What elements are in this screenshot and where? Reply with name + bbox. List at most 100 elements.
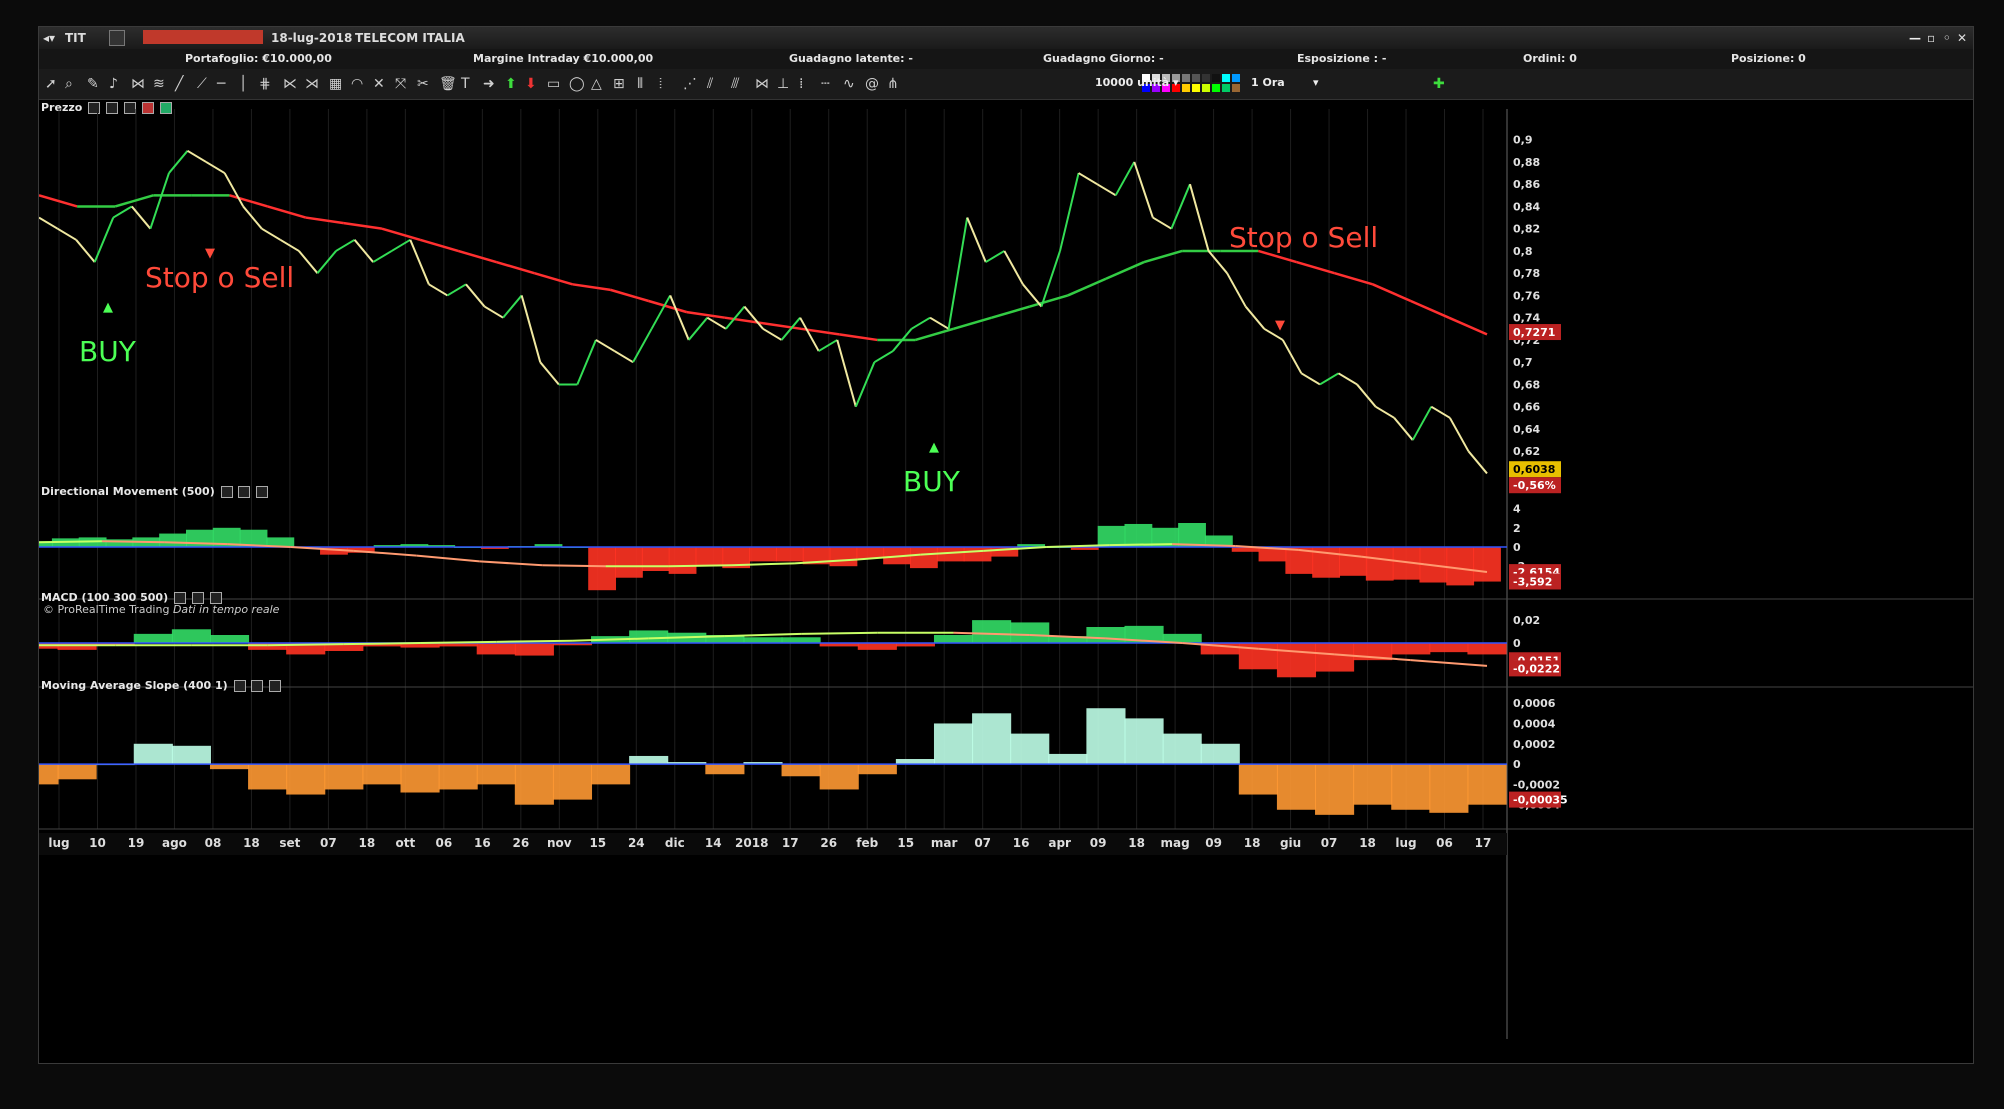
- line-tool-icon[interactable]: ╱: [175, 76, 183, 92]
- curve-tool-icon[interactable]: ∿: [843, 76, 855, 92]
- window-menu-icon[interactable]: ◂▾: [43, 31, 55, 45]
- window-icon[interactable]: [191, 592, 204, 604]
- price-segment: [149, 172, 170, 230]
- fib-time-icon[interactable]: ⦙: [659, 76, 662, 92]
- ma-segment: [534, 271, 573, 286]
- fibonacci-icon[interactable]: ⋕: [259, 76, 271, 92]
- price-tick-label: 0,82: [1513, 223, 1540, 236]
- panel-close-icon[interactable]: [209, 592, 222, 604]
- panel-close-icon[interactable]: [269, 680, 282, 692]
- arc-tool-icon[interactable]: ◠: [351, 76, 363, 92]
- wrench-icon[interactable]: [220, 486, 233, 498]
- color-swatch[interactable]: [1222, 84, 1230, 92]
- ma-segment: [229, 194, 268, 208]
- histogram-bar: [1467, 764, 1507, 805]
- cycle-lines-icon[interactable]: ⦀: [637, 76, 643, 92]
- pointer-icon[interactable]: ➚: [45, 76, 57, 92]
- window-icon[interactable]: [251, 680, 264, 692]
- horizontal-line-icon[interactable]: ─: [217, 76, 225, 92]
- price-segment: [1114, 161, 1136, 196]
- minimize-icon[interactable]: —: [1909, 31, 1921, 45]
- color-swatch[interactable]: [1202, 84, 1210, 92]
- restore-icon[interactable]: ▫: [1927, 31, 1935, 45]
- gann-tool-icon[interactable]: ⋊: [305, 76, 319, 92]
- color-swatch[interactable]: [1202, 74, 1210, 82]
- histogram-bar: [972, 713, 1012, 765]
- price-segment: [1375, 405, 1395, 419]
- color-swatch[interactable]: [1212, 84, 1220, 92]
- timeframe-dropdown-icon[interactable]: ▾: [1313, 76, 1319, 89]
- vertical-line-icon[interactable]: │: [239, 76, 247, 92]
- pin-icon[interactable]: ◦: [1943, 31, 1951, 45]
- ellipse-icon[interactable]: ◯: [569, 76, 585, 92]
- rectangle-icon[interactable]: ▭: [547, 76, 560, 92]
- exposure: Esposizione : -: [1297, 52, 1387, 65]
- pitchfork-icon[interactable]: ⋔: [887, 76, 899, 92]
- channel-tool-icon[interactable]: ≋: [153, 76, 165, 92]
- spiral-icon[interactable]: @: [865, 76, 879, 92]
- color-swatch[interactable]: [1192, 74, 1200, 82]
- zigzag-tool-icon[interactable]: ⋈: [131, 76, 145, 92]
- time-tick-label: 06: [1436, 836, 1453, 850]
- wrench-icon[interactable]: [233, 680, 246, 692]
- timeframe-select[interactable]: 1 Ora: [1251, 76, 1285, 89]
- pattern-tool-icon[interactable]: ⊞: [613, 76, 625, 92]
- histogram-bar: [749, 547, 777, 562]
- price-segment: [1078, 172, 1098, 186]
- zoom-icon[interactable]: ⌕: [65, 76, 73, 92]
- pencil-icon[interactable]: ✎: [87, 76, 99, 92]
- time-tick-label: feb: [856, 836, 878, 850]
- trade-annotations: BUY▲Stop o Sell▼BUY▲Stop o Sell▼: [79, 221, 1378, 498]
- price-tick-label: 0,78: [1513, 267, 1540, 280]
- indicator-tick-label: 0: [1513, 541, 1521, 554]
- histogram-bar: [629, 755, 669, 765]
- arrow-right-icon[interactable]: ➜: [483, 76, 495, 92]
- fib-fan-icon[interactable]: ⋈: [755, 76, 769, 92]
- color-swatch[interactable]: [1232, 74, 1240, 82]
- price-segment: [613, 350, 634, 364]
- triangle-icon[interactable]: △: [591, 76, 602, 92]
- arrow-up-icon[interactable]: ⬆: [505, 76, 517, 92]
- close-icon[interactable]: ✕: [1957, 31, 1967, 45]
- panel-close-icon[interactable]: [256, 486, 269, 498]
- price-segment: [1337, 372, 1358, 386]
- color-swatch[interactable]: [1182, 84, 1190, 92]
- units-select[interactable]: 10000 unità ▾: [1095, 76, 1179, 89]
- color-swatch[interactable]: [1182, 74, 1190, 82]
- fan-tool-icon[interactable]: ⋉: [283, 76, 297, 92]
- parallel-lines-icon[interactable]: ⫽: [707, 76, 713, 92]
- price-segment: [57, 227, 77, 241]
- text-tool-icon[interactable]: T: [461, 76, 470, 92]
- price-segment: [316, 250, 337, 274]
- portfolio-value: Portafoglio: €10.000,00: [185, 52, 332, 65]
- grid-tool-icon[interactable]: ▦: [329, 76, 342, 92]
- color-swatch[interactable]: [1232, 84, 1240, 92]
- histogram-bar: [1473, 547, 1501, 582]
- arrow-down-icon[interactable]: ⬇: [525, 76, 537, 92]
- ray-tool-icon[interactable]: ⟋: [197, 76, 207, 92]
- regression-icon[interactable]: ⫻: [731, 76, 739, 92]
- trash-icon[interactable]: 🗑: [439, 76, 457, 92]
- ma-segment: [1143, 249, 1183, 264]
- cross-diag-icon[interactable]: ⤧: [395, 76, 406, 92]
- wrench-icon[interactable]: [173, 592, 186, 604]
- info-icon[interactable]: [109, 30, 125, 46]
- measure-icon[interactable]: ⊥: [777, 76, 789, 92]
- vertical-cursor-icon[interactable]: ⁞: [799, 76, 803, 92]
- color-swatch[interactable]: [1212, 74, 1220, 82]
- signal-segment: [724, 632, 802, 638]
- bell-icon[interactable]: ♪: [109, 76, 118, 92]
- histogram-bar: [1162, 733, 1202, 765]
- cross-tool-icon[interactable]: ✕: [373, 76, 385, 92]
- speed-lines-icon[interactable]: ⋰: [683, 76, 697, 92]
- add-indicator-icon[interactable]: ✚: [1433, 76, 1445, 92]
- window-icon[interactable]: [238, 486, 251, 498]
- scissors-icon[interactable]: ✂: [417, 76, 429, 92]
- color-swatch[interactable]: [1222, 74, 1230, 82]
- color-swatch[interactable]: [1192, 84, 1200, 92]
- ma-segment: [686, 310, 726, 319]
- dash-line-icon[interactable]: ┄: [821, 76, 829, 92]
- price-tick-label: 0,74: [1513, 312, 1540, 325]
- ma-segment: [1029, 294, 1069, 308]
- ma-segment: [915, 327, 954, 342]
